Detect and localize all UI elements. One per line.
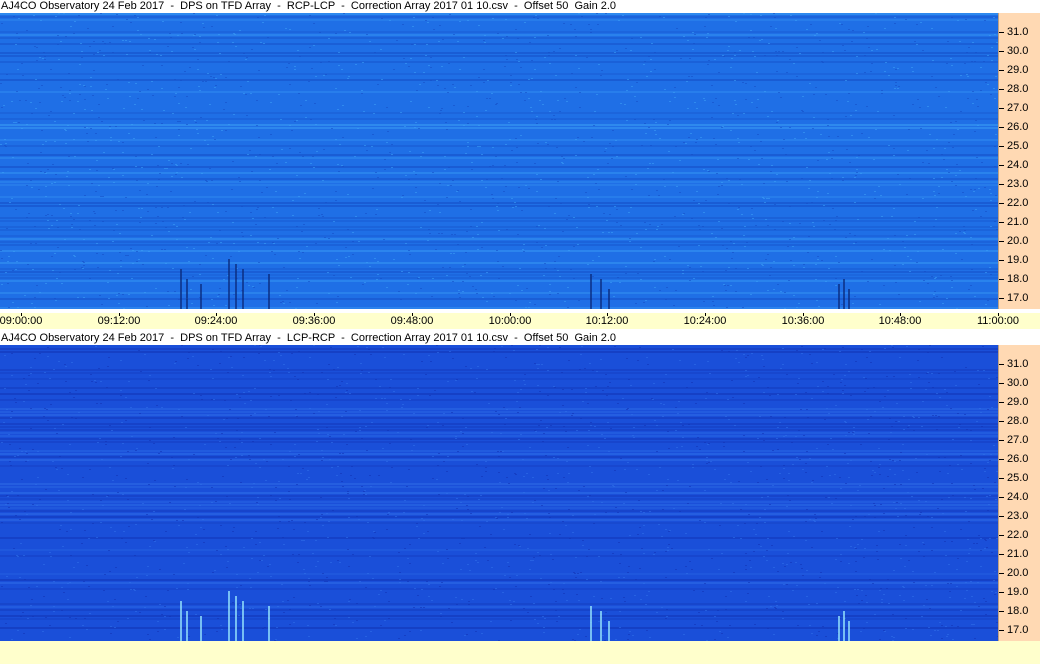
frequency-tick-label: 21.0 <box>999 215 1028 229</box>
time-axis: 09:00:00 09:12:00 09:24:00 09:36:00 09:48:00… <box>0 313 1040 329</box>
frequency-tick-label: 17.0 <box>999 291 1028 305</box>
frequency-tick-label: 20.0 <box>999 566 1028 580</box>
frequency-tick-label: 26.0 <box>999 452 1028 466</box>
panel1-frequency-axis: 31.0 30.0 29.0 28.0 27.0 26.0 25.0 24.0 23.0 22.0… <box>998 13 1040 309</box>
panel1-spectrogram[interactable] <box>0 13 998 309</box>
frequency-tick-label: 21.0 <box>999 547 1028 561</box>
panel2-spectrogram[interactable] <box>0 345 998 641</box>
frequency-tick-label: 22.0 <box>999 528 1028 542</box>
frequency-tick-label: 18.0 <box>999 604 1028 618</box>
frequency-tick-label: 29.0 <box>999 63 1028 77</box>
frequency-tick-label: 18.0 <box>999 272 1028 286</box>
time-tick-label: 11:00:00 <box>976 315 1020 327</box>
frequency-tick-label: 31.0 <box>999 25 1028 39</box>
frequency-tick-label: 24.0 <box>999 158 1028 172</box>
panel1-title: AJ4CO Observatory 24 Feb 2017 - DPS on T… <box>0 0 1040 13</box>
time-tick-label: 09:12:00 <box>97 315 141 327</box>
time-tick-label: 09:24:00 <box>194 315 238 327</box>
frequency-tick-label: 22.0 <box>999 196 1028 210</box>
panel1-spectrogram-image <box>0 13 998 309</box>
frequency-tick-label: 28.0 <box>999 414 1028 428</box>
panel2-frequency-axis: 31.0 30.0 29.0 28.0 27.0 26.0 25.0 24.0 23.0 22.0… <box>998 345 1040 641</box>
panel2-spectrogram-image <box>0 345 998 641</box>
time-tick-label: 10:00:00 <box>488 315 532 327</box>
frequency-tick-label: 31.0 <box>999 357 1028 371</box>
frequency-tick-label: 30.0 <box>999 44 1028 58</box>
time-tick-label: 09:36:00 <box>292 315 336 327</box>
frequency-tick-label: 23.0 <box>999 509 1028 523</box>
bottom-status-bar <box>0 641 1040 664</box>
frequency-tick-label: 24.0 <box>999 490 1028 504</box>
time-tick-label: 10:48:00 <box>878 315 922 327</box>
frequency-tick-label: 17.0 <box>999 623 1028 637</box>
frequency-tick-label: 27.0 <box>999 433 1028 447</box>
frequency-tick-label: 29.0 <box>999 395 1028 409</box>
frequency-tick-label: 25.0 <box>999 471 1028 485</box>
spectrogram-viewer: AJ4CO Observatory 24 Feb 2017 - DPS on T… <box>0 0 1040 664</box>
frequency-tick-label: 23.0 <box>999 177 1028 191</box>
frequency-tick-label: 20.0 <box>999 234 1028 248</box>
frequency-tick-label: 26.0 <box>999 120 1028 134</box>
frequency-tick-label: 27.0 <box>999 101 1028 115</box>
time-tick-label: 10:12:00 <box>585 315 629 327</box>
frequency-tick-label: 28.0 <box>999 82 1028 96</box>
panel2-title: AJ4CO Observatory 24 Feb 2017 - DPS on T… <box>0 332 1040 345</box>
frequency-tick-label: 19.0 <box>999 253 1028 267</box>
time-tick-label: 09:48:00 <box>390 315 434 327</box>
frequency-tick-label: 19.0 <box>999 585 1028 599</box>
time-tick-label: 09:00:00 <box>0 315 43 327</box>
frequency-tick-label: 30.0 <box>999 376 1028 390</box>
time-tick-label: 10:24:00 <box>683 315 727 327</box>
time-tick-label: 10:36:00 <box>781 315 825 327</box>
frequency-tick-label: 25.0 <box>999 139 1028 153</box>
